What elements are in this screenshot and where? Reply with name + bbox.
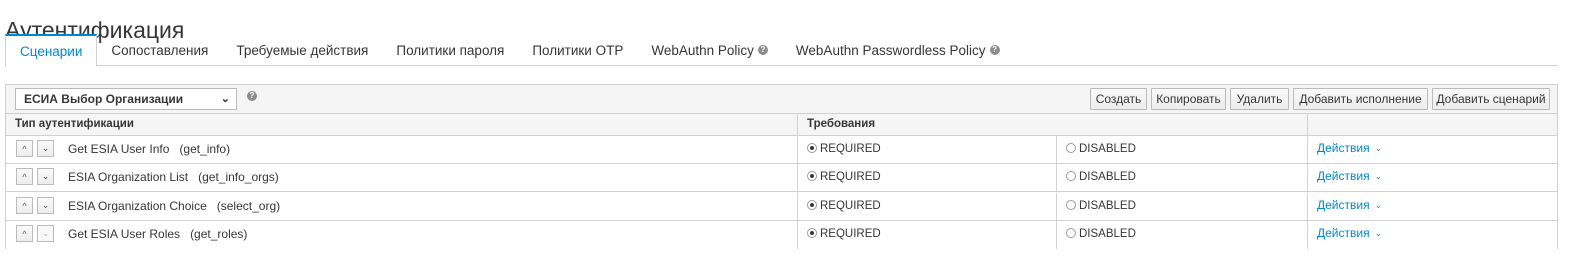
tab-bar: Сценарии Сопоставления Требуемые действи… [5,34,1558,67]
disabled-label: DISABLED [1079,171,1136,183]
column-divider [797,114,798,135]
move-up-button[interactable]: ^ [16,197,33,214]
disabled-radio[interactable] [1066,171,1076,181]
chevron-down-icon: ⌄ [1374,227,1383,238]
flow-panel: ЕСИА Выбор Организации ⌄ ? Создать Копир… [5,84,1558,249]
column-divider [797,164,798,191]
tab-label: Требуемые действия [236,42,369,58]
required-label: REQUIRED [820,228,881,240]
tab-label: Сценарии [20,43,83,59]
disabled-label: DISABLED [1079,200,1136,212]
chevron-up-icon: ^ [22,228,27,239]
disabled-label: DISABLED [1079,143,1136,155]
chevron-down-icon: ⌄ [220,93,230,105]
actions-dropdown[interactable]: Действия ⌄ [1317,169,1382,183]
chevron-up-icon: ^ [22,143,27,154]
execution-name: Get ESIA User Info (get_info) [68,142,231,156]
table-row: ^ ⌄ Get ESIA User Info (get_info) REQUIR… [6,136,1557,164]
tab-label: WebAuthn Policy [651,42,754,58]
question-circle-icon[interactable]: ? [989,45,1000,55]
column-divider [797,193,798,220]
move-down-button[interactable]: ⌄ [37,140,54,157]
create-button[interactable]: Создать [1090,88,1147,110]
actions-label: Действия [1317,226,1370,240]
column-divider [1307,193,1308,220]
tab-webauthn-passwordless-policy[interactable]: WebAuthn Passwordless Policy? [782,34,1014,66]
disabled-radio[interactable] [1066,200,1076,210]
question-circle-icon[interactable]: ? [757,45,768,55]
chevron-up-icon: ^ [22,171,27,182]
actions-label: Действия [1317,169,1370,183]
tab-required-actions[interactable]: Требуемые действия [222,34,382,66]
add-flow-button[interactable]: Добавить сценарий [1432,88,1550,110]
execution-name: ESIA Organization List (get_info_orgs) [68,170,279,184]
execution-name: ESIA Organization Choice (select_org) [68,199,281,213]
chevron-down-icon: ⌄ [1374,199,1383,210]
tab-label: WebAuthn Passwordless Policy [795,42,986,58]
column-header-requirement: Требования [807,118,876,130]
disabled-radio[interactable] [1066,228,1076,238]
required-radio[interactable] [807,228,817,238]
tab-flows[interactable]: Сценарии [5,34,98,67]
column-divider [1056,193,1057,220]
move-down-button[interactable]: ⌄ [37,225,54,242]
chevron-down-icon: ⌄ [1374,170,1383,181]
tab-label: Сопоставления [111,42,209,58]
tab-password-policy[interactable]: Политики пароля [382,34,518,66]
chevron-up-icon: ^ [22,200,27,211]
actions-dropdown[interactable]: Действия ⌄ [1317,198,1382,212]
column-divider [1307,221,1308,249]
move-down-button[interactable]: ⌄ [37,168,54,185]
chevron-down-icon: ⌄ [41,171,50,181]
column-divider [1307,136,1308,163]
flow-select[interactable]: ЕСИА Выбор Организации ⌄ [15,88,237,110]
column-divider [1056,221,1057,249]
actions-dropdown[interactable]: Действия ⌄ [1317,226,1382,240]
flow-select-value: ЕСИА Выбор Организации [24,92,184,106]
column-divider [1056,164,1057,191]
required-radio[interactable] [807,143,817,153]
chevron-down-icon: ⌄ [1374,142,1383,153]
chevron-down-icon: ⌄ [41,200,50,210]
required-label: REQUIRED [820,200,881,212]
question-circle-icon[interactable]: ? [247,91,257,101]
actions-dropdown[interactable]: Действия ⌄ [1317,141,1382,155]
tab-label: Политики пароля [396,42,505,58]
chevron-down-icon: ⌄ [41,228,50,238]
column-divider [1056,136,1057,163]
table-header: Тип аутентификации Требования [6,114,1557,136]
move-up-button[interactable]: ^ [16,168,33,185]
disabled-label: DISABLED [1079,228,1136,240]
table-row: ^ ⌄ ESIA Organization Choice (select_org… [6,193,1557,221]
required-label: REQUIRED [820,143,881,155]
required-radio[interactable] [807,200,817,210]
tab-bindings[interactable]: Сопоставления [97,34,222,66]
column-divider [797,136,798,163]
copy-button[interactable]: Копировать [1151,88,1226,110]
column-header-auth-type: Тип аутентификации [15,118,134,130]
actions-label: Действия [1317,141,1370,155]
column-divider [1307,164,1308,191]
table-row: ^ ⌄ Get ESIA User Roles (get_roles) REQU… [6,221,1557,249]
required-radio[interactable] [807,171,817,181]
disabled-radio[interactable] [1066,143,1076,153]
table-row: ^ ⌄ ESIA Organization List (get_info_org… [6,164,1557,192]
required-label: REQUIRED [820,171,881,183]
move-up-button[interactable]: ^ [16,140,33,157]
tab-otp-policy[interactable]: Политики OTP [518,34,637,66]
add-execution-button[interactable]: Добавить исполнение [1293,88,1428,110]
delete-button[interactable]: Удалить [1230,88,1289,110]
column-divider [797,221,798,249]
column-divider [1307,114,1308,135]
flow-toolbar: ЕСИА Выбор Организации ⌄ ? Создать Копир… [6,85,1557,114]
tab-webauthn-policy[interactable]: WebAuthn Policy? [637,34,782,66]
execution-name: Get ESIA User Roles (get_roles) [68,227,248,241]
chevron-down-icon: ⌄ [41,143,50,153]
tab-label: Политики OTP [532,42,624,58]
table-body: ^ ⌄ Get ESIA User Info (get_info) REQUIR… [6,136,1557,249]
move-up-button[interactable]: ^ [16,225,33,242]
actions-label: Действия [1317,198,1370,212]
move-down-button[interactable]: ⌄ [37,197,54,214]
